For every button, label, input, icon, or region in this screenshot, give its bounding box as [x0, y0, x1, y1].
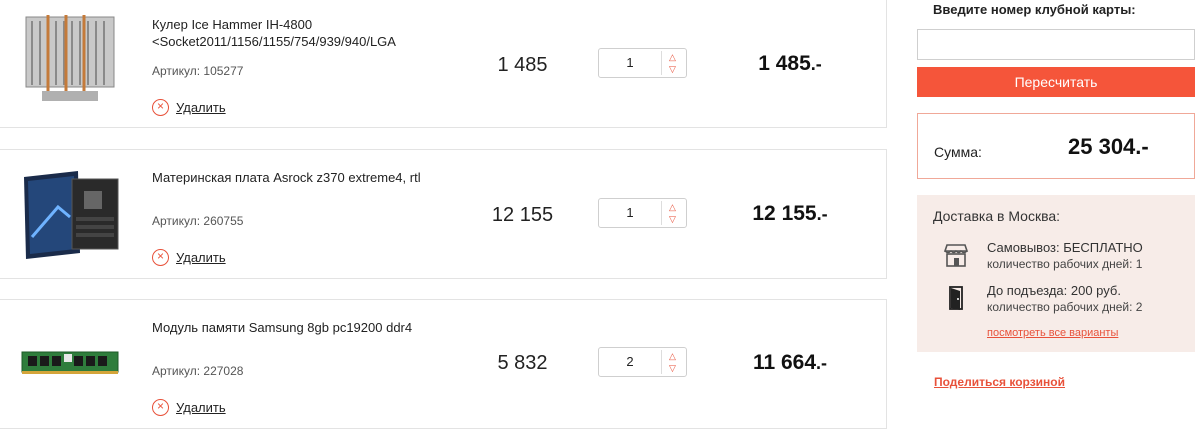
cart-item: Материнская плата Asrock z370 extreme4, … [0, 149, 887, 279]
delivery-option-title: Самовывоз: БЕСПЛАТНО [987, 240, 1143, 255]
cart-item: Кулер Ice Hammer IH-4800 <Socket2011/115… [0, 0, 887, 128]
share-cart-link[interactable]: Поделиться корзиной [934, 375, 1065, 389]
chevron-up-icon[interactable]: △ [662, 350, 683, 362]
quantity-value[interactable]: 1 [599, 199, 661, 227]
cart-item: Модуль памяти Samsung 8gb pc19200 ddr4 А… [0, 299, 887, 429]
chevron-down-icon[interactable]: ▽ [662, 362, 683, 374]
item-total-value: 12 155 [752, 202, 817, 225]
motherboard-icon [24, 171, 119, 259]
delivery-option-days: количество рабочих дней: 1 [987, 257, 1143, 271]
delete-button[interactable]: × Удалить [152, 399, 226, 416]
quantity-stepper[interactable]: 2 △ ▽ [598, 347, 687, 377]
item-total: 11 664.- [735, 351, 845, 375]
door-icon [949, 286, 963, 310]
item-price: 12 155 [491, 204, 554, 226]
quantity-arrows[interactable]: △ ▽ [661, 350, 683, 374]
see-all-delivery-link[interactable]: посмотреть все варианты [987, 327, 1118, 339]
delivery-title: Доставка в Москва: [933, 208, 1061, 224]
currency-suffix: .- [816, 353, 828, 373]
quantity-arrows[interactable]: △ ▽ [661, 51, 683, 75]
close-icon: × [152, 99, 169, 116]
item-sku: Артикул: 227028 [152, 364, 244, 378]
sum-value: 25 304.- [1068, 134, 1149, 159]
item-name[interactable]: Модуль памяти Samsung 8gb pc19200 ddr4 [152, 319, 452, 336]
chevron-down-icon[interactable]: ▽ [662, 213, 683, 225]
item-total-value: 1 485 [758, 52, 811, 75]
delivery-option-title: До подъезда: 200 руб. [987, 283, 1121, 298]
quantity-value[interactable]: 2 [599, 348, 661, 376]
close-icon: × [152, 399, 169, 416]
chevron-up-icon[interactable]: △ [662, 201, 683, 213]
sum-label: Сумма: [934, 144, 982, 160]
club-card-label: Введите номер клубной карты: [933, 2, 1136, 17]
currency-suffix: .- [810, 54, 822, 74]
currency-suffix: .- [816, 204, 828, 224]
close-icon: × [152, 249, 169, 266]
club-card-input[interactable] [917, 29, 1195, 60]
delete-label: Удалить [176, 250, 226, 265]
quantity-arrows[interactable]: △ ▽ [661, 201, 683, 225]
quantity-stepper[interactable]: 1 △ ▽ [598, 198, 687, 228]
quantity-stepper[interactable]: 1 △ ▽ [598, 48, 687, 78]
ram-module-icon [21, 351, 119, 374]
delete-label: Удалить [176, 100, 226, 115]
item-price: 1 485 [497, 54, 548, 76]
recalculate-button[interactable]: Пересчитать [917, 67, 1195, 97]
chevron-down-icon[interactable]: ▽ [662, 63, 683, 75]
item-name[interactable]: Кулер Ice Hammer IH-4800 <Socket2011/115… [152, 16, 452, 50]
delete-button[interactable]: × Удалить [152, 249, 226, 266]
item-sku: Артикул: 105277 [152, 64, 244, 78]
item-total-value: 11 664 [752, 351, 817, 374]
delete-label: Удалить [176, 400, 226, 415]
item-total: 12 155.- [735, 202, 845, 226]
item-name[interactable]: Материнская плата Asrock z370 extreme4, … [152, 169, 452, 186]
item-total: 1 485.- [735, 52, 845, 76]
quantity-value[interactable]: 1 [599, 49, 661, 77]
delivery-panel: Доставка в Москва: Самовывоз: БЕСПЛАТНО … [917, 195, 1195, 352]
item-sku: Артикул: 260755 [152, 214, 244, 228]
order-sum-box: Сумма: 25 304.- [917, 113, 1195, 179]
cpu-cooler-icon [25, 15, 115, 101]
chevron-up-icon[interactable]: △ [662, 51, 683, 63]
delivery-option-days: количество рабочих дней: 2 [987, 300, 1143, 314]
delete-button[interactable]: × Удалить [152, 99, 226, 116]
store-icon [943, 244, 969, 267]
item-price: 5 832 [497, 352, 548, 374]
